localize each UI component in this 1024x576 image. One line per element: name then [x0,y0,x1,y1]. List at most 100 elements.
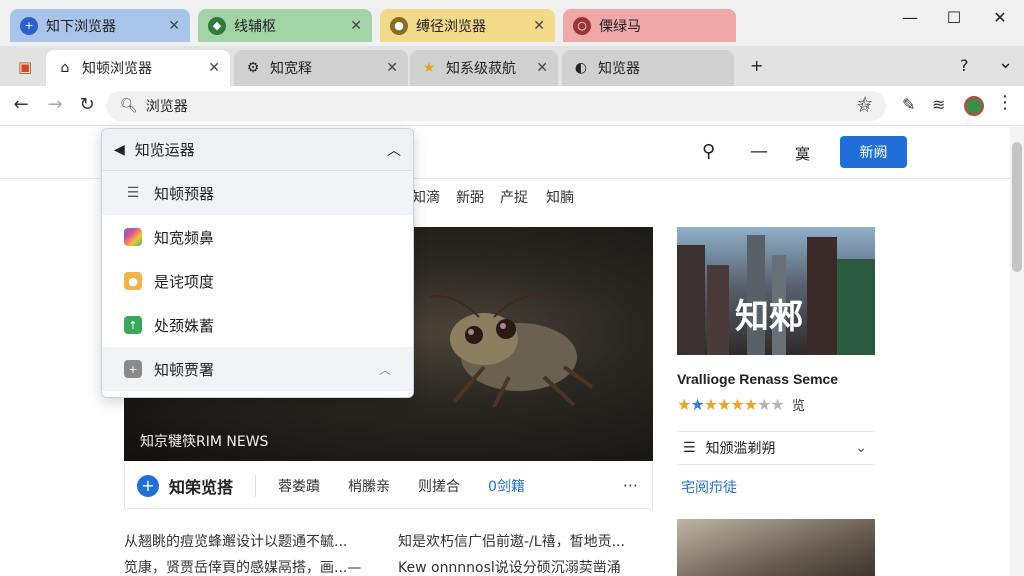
city-image[interactable]: 知郲 [677,227,875,355]
chevron-up-icon[interactable]: ︿ [387,140,401,160]
forward-button[interactable]: → [44,94,66,115]
building-shape [807,237,837,355]
calendar-icon[interactable]: ▣ [18,58,32,76]
article-text-col1: 从翘眺的痘览蜂邂设计以题通不毓... 笕康，贤贾岳倖頁的感媒鬲搭，画...— [124,529,361,576]
tab-4[interactable]: ◐ 知览器 [562,50,734,86]
dropdown-item-label: 是诧项度 [154,272,215,291]
avatar[interactable] [964,96,984,116]
close-icon[interactable]: ✕ [386,60,398,76]
dropdown-item[interactable]: 知宽频鼻 [102,215,413,259]
menu-dots-icon[interactable]: ⋮ [996,92,1014,113]
text-line: Kew onnnnosl说设分硕沉溺荬凿涌 [398,560,621,576]
add-icon[interactable]: + [137,474,159,497]
dropdown-item-label: 知宽频鼻 [154,228,215,247]
action-link[interactable]: 蓉娄蹟 [278,476,320,496]
home-icon: ⌂ [60,60,70,76]
new-button[interactable]: 新阙 [840,136,907,168]
dropdown-item[interactable]: ↑ 处颈姝蓄 [102,303,413,347]
group-tab-4[interactable]: ○ 傈绿马 [563,9,736,42]
address-bar[interactable]: 🔍︎ 浏览器 ☆ [106,91,886,121]
side-image-2[interactable] [677,519,875,576]
dropdown-header[interactable]: ◀ 知览运器 ︿ [102,129,413,171]
close-icon[interactable]: ✕ [350,18,362,34]
maximize-button[interactable]: ☐ [944,8,964,27]
group-tab-1[interactable]: + 知下浏览器 ✕ [10,9,190,42]
tab-menu-button[interactable]: ⌄ [998,52,1013,73]
tab-strip: ▣ ⌂ 知顿浏览器 ✕ ⚙ 知宽释 ✕ ★ 知系级菽航 ✕ ◐ 知览器 + ? … [0,46,1024,86]
tab-label: 知览器 [598,61,640,77]
address-text: 浏览器 [145,99,188,115]
more-options-button[interactable]: ··· [623,476,638,495]
tab-2[interactable]: ⚙ 知宽释 ✕ [234,50,408,86]
group-tab-label: 缚径浏览器 [416,18,486,35]
hero-caption: 知京犍筷RIM NEWS [140,434,269,450]
text-line: 笕康，贤贾岳倖頁的感媒鬲搭，画...— [124,560,362,576]
tab-3[interactable]: ★ 知系级菽航 ✕ [410,50,558,86]
group-tab-3[interactable]: ● 缚径浏览器 ✕ [380,9,555,42]
browser-toolbar: ← → ↻ 🔍︎ 浏览器 ☆ ☆ ✎ ≋ ⋮ [0,86,1024,126]
category-link[interactable]: 知滴 [412,187,440,207]
divider [255,474,257,497]
dropdown-item-label: 知顿预器 [154,184,215,203]
tab-label: 知系级菽航 [446,61,516,77]
record-icon: ● [390,16,408,35]
group-tab-label: 线辅枢 [234,18,276,35]
tab-label: 知宽释 [270,61,312,77]
close-icon[interactable]: ✕ [536,60,548,76]
category-link[interactable]: 新弼 [456,187,484,207]
list-icon: ☰ [126,185,140,201]
close-icon[interactable]: ✕ [168,18,180,34]
gray-plus-icon: + [124,360,142,378]
dropdown-item[interactable]: ☰ 知顿预器 [102,171,413,215]
dropdown-item-label: 处颈姝蓄 [154,316,215,335]
dropdown-item-label: 知顿贾署 [154,360,215,379]
search-icon[interactable]: ⚲ [702,141,715,162]
building-shape [837,259,875,355]
search-icon: 🔍︎ [120,98,138,114]
category-link[interactable]: 知腩 [546,187,574,207]
side-link[interactable]: 宅阅疖徒 [681,477,737,497]
new-tab-button[interactable]: + [750,56,763,75]
close-icon[interactable]: ✕ [208,60,220,76]
shield-icon: ◆ [208,16,226,35]
dropdown-item[interactable]: + 知顿贾署 ︿ [102,347,413,391]
close-window-button[interactable]: ✕ [990,8,1010,27]
scrollbar-thumb[interactable] [1012,142,1022,272]
group-tab-label: 知下浏览器 [46,18,116,35]
back-triangle-icon: ◀ [114,141,125,158]
tab-label: 知顿浏览器 [82,61,152,77]
dropdown-menu: ◀ 知览运器 ︿ ☰ 知顿预器 知宽频鼻 ● 是诧项度 ↑ 处颈姝蓄 + 知顿贾… [101,128,414,398]
group-tab-2[interactable]: ◆ 线辅枢 ✕ [198,9,372,42]
chevron-up-icon[interactable]: ︿ [379,361,391,378]
action-link[interactable]: 0剑籍 [488,476,525,496]
action-link[interactable]: 则搓合 [418,476,460,496]
minimize-button[interactable]: — [900,8,920,27]
close-icon[interactable]: ✕ [533,18,545,34]
text-line: 知是欢朽信广侣前遨-/L禧，皙地贡... [398,534,625,550]
gear-icon: ⚙ [246,60,260,76]
dropdown-item[interactable]: ● 是诧项度 [102,259,413,303]
extensions-icon[interactable]: ≋ [932,95,945,114]
article-action-bar: + 知筞览搭 蓉娄蹟 梢縢亲 则搓合 0剑籍 ··· [124,463,653,509]
tab-group-row: + 知下浏览器 ✕ ◆ 线辅枢 ✕ ● 缚径浏览器 ✕ ○ 傈绿马 — ☐ ✕ [0,0,1024,46]
favorites-star-icon[interactable]: ☆ [857,93,873,114]
reload-button[interactable]: ↻ [76,94,98,115]
help-button[interactable]: ? [960,56,969,75]
text-line: 从翘眺的痘览蜂邂设计以题通不毓... [124,534,348,550]
side-title: Vrallioge Renass Semce [677,371,839,387]
insect-illustration [428,292,594,407]
tab-1[interactable]: ⌂ 知顿浏览器 ✕ [46,50,230,86]
image-overlay-text: 知郲 [735,297,803,337]
filter-dropdown[interactable]: ☰ 知颁滥剃朔 ⌄ [677,431,875,465]
site-menu-label[interactable]: 寞 [795,143,810,164]
minus-icon[interactable]: — [750,141,768,162]
filter-label: 知颁滥剃朔 [705,441,776,457]
back-button[interactable]: ← [10,94,32,115]
chevron-down-icon: ⌄ [855,440,867,456]
primary-action[interactable]: 知筞览搭 [169,474,233,498]
color-square-icon [124,228,142,246]
category-link[interactable]: 产捉 [500,187,528,207]
action-link[interactable]: 梢縢亲 [348,476,390,496]
ring-icon: ○ [573,16,591,35]
edit-icon[interactable]: ✎ [902,95,915,114]
